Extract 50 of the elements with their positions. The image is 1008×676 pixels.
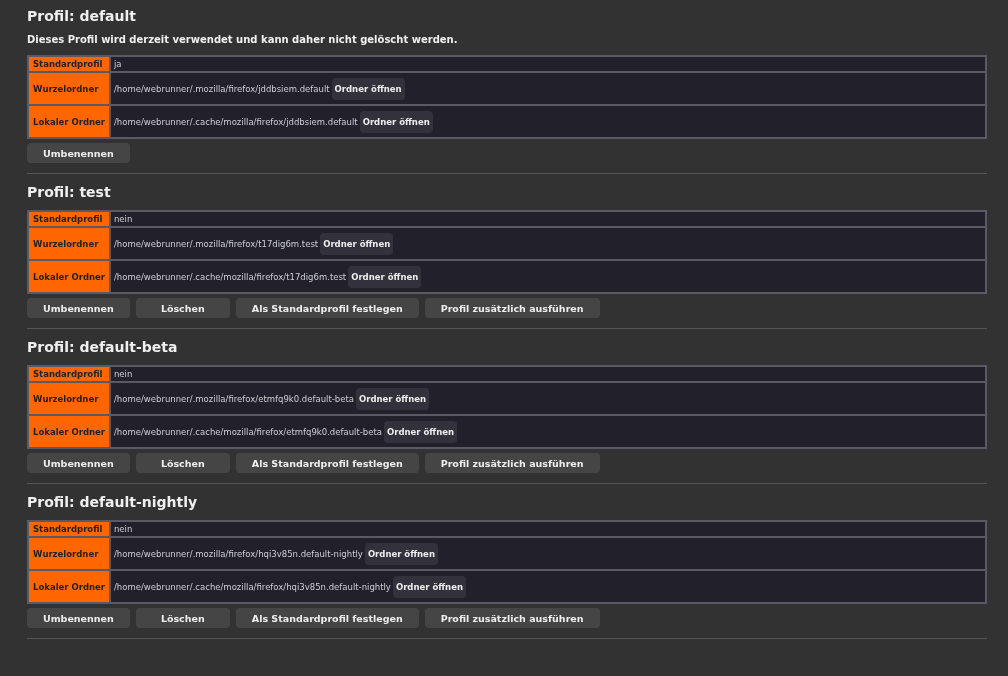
- row-value: nein: [114, 369, 133, 379]
- open-folder-button[interactable]: Ordner öffnen: [359, 110, 433, 133]
- row-value: nein: [114, 524, 133, 534]
- row-label: Wurzelordner: [29, 538, 109, 569]
- open-folder-button[interactable]: Ordner öffnen: [355, 387, 430, 410]
- row-label: Standardprofil: [29, 57, 109, 71]
- profile-heading: Profil: test: [27, 184, 112, 200]
- action-button[interactable]: Löschen: [135, 453, 230, 473]
- row-label: Standardprofil: [29, 367, 109, 381]
- row-label: Standardprofil: [29, 522, 109, 536]
- row-label: Lokaler Ordner: [29, 416, 109, 447]
- row-label: Lokaler Ordner: [29, 261, 109, 292]
- action-button[interactable]: Umbenennen: [27, 143, 130, 163]
- row-label: Wurzelordner: [29, 383, 109, 414]
- action-button[interactable]: Profil zusätzlich ausführen: [424, 298, 600, 318]
- action-button[interactable]: Profil zusätzlich ausführen: [424, 608, 600, 628]
- row-label: Wurzelordner: [29, 73, 109, 104]
- profile-heading: Profil: default-nightly: [27, 494, 199, 510]
- open-folder-button[interactable]: Ordner öffnen: [392, 575, 466, 598]
- action-button[interactable]: Umbenennen: [27, 453, 130, 473]
- profile-heading: Profil: default-beta: [27, 339, 179, 355]
- profile-heading: Profil: default: [27, 8, 137, 24]
- open-folder-button[interactable]: Ordner öffnen: [364, 542, 438, 565]
- profile-note: Dieses Profil wird derzeit verwendet und kann daher nicht gelöscht werden.: [27, 34, 459, 45]
- action-button[interactable]: Als Standardprofil festlegen: [235, 453, 419, 473]
- row-value: /home/webrunner/.cache/mozilla/firefox/jddbsiem.default: [114, 116, 358, 127]
- row-value: /home/webrunner/.cache/mozilla/firefox/hqi3v85n.default-nightly: [114, 581, 391, 592]
- row-value: /home/webrunner/.mozilla/firefox/t17dig6m.test: [114, 238, 319, 249]
- open-folder-button[interactable]: Ordner öffnen: [348, 265, 422, 288]
- open-folder-button[interactable]: Ordner öffnen: [331, 77, 405, 100]
- row-value: /home/webrunner/.mozilla/firefox/hqi3v85n.default-nightly: [114, 548, 363, 559]
- action-button[interactable]: Als Standardprofil festlegen: [235, 608, 419, 628]
- open-folder-button[interactable]: Ordner öffnen: [320, 232, 394, 255]
- row-value: /home/webrunner/.cache/mozilla/firefox/t17dig6m.test: [114, 271, 347, 282]
- row-label: Lokaler Ordner: [29, 106, 109, 137]
- action-button[interactable]: Löschen: [135, 608, 230, 628]
- row-value: /home/webrunner/.mozilla/firefox/jddbsiem.default: [114, 83, 330, 94]
- action-button[interactable]: Umbenennen: [27, 608, 130, 628]
- action-button[interactable]: Umbenennen: [27, 298, 130, 318]
- row-value: ja: [114, 59, 122, 69]
- action-button[interactable]: Löschen: [135, 298, 230, 318]
- row-value: /home/webrunner/.mozilla/firefox/etmfq9k0.default-beta: [114, 393, 354, 404]
- row-value: /home/webrunner/.cache/mozilla/firefox/etmfq9k0.default-beta: [114, 426, 382, 437]
- open-folder-button[interactable]: Ordner öffnen: [384, 420, 458, 443]
- row-label: Standardprofil: [29, 212, 109, 226]
- row-label: Lokaler Ordner: [29, 571, 109, 602]
- row-value: nein: [114, 214, 133, 224]
- action-button[interactable]: Profil zusätzlich ausführen: [424, 453, 600, 473]
- action-button[interactable]: Als Standardprofil festlegen: [235, 298, 419, 318]
- row-label: Wurzelordner: [29, 228, 109, 259]
